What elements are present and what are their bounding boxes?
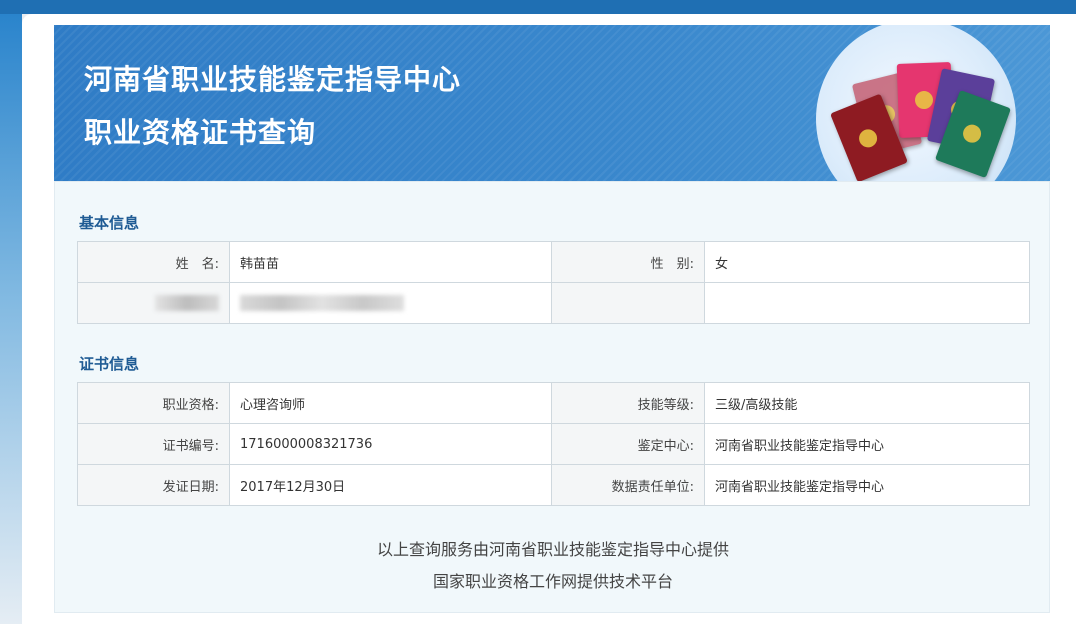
redacted-blur	[240, 295, 404, 311]
footer-platform-note: 国家职业资格工作网提供技术平台	[432, 572, 673, 591]
table-row: 证书编号: 1716000008321736 鉴定中心: 河南省职业技能鉴定指导…	[77, 423, 1030, 465]
left-background-strip	[0, 14, 22, 624]
appraisal-center-label: 鉴定中心:	[551, 423, 705, 465]
cert-number-value: 1716000008321736	[229, 423, 552, 465]
data-unit-value: 河南省职业技能鉴定指导中心	[704, 464, 1030, 506]
skill-level-value: 三级/高级技能	[704, 382, 1030, 424]
redacted-blur	[155, 295, 219, 311]
org-title: 河南省职业技能鉴定指导中心	[84, 63, 462, 96]
qualification-value: 心理咨询师	[229, 382, 552, 424]
redacted-label	[77, 282, 230, 324]
qualification-label: 职业资格:	[77, 382, 230, 424]
table-row: 职业资格: 心理咨询师 技能等级: 三级/高级技能	[77, 382, 1030, 424]
result-panel: 基本信息 姓 名: 韩苗苗 性 别: 女 证书信息 职业资格: 心理咨询师 技能…	[54, 181, 1050, 613]
cert-number-label: 证书编号:	[77, 423, 230, 465]
empty-label	[551, 282, 705, 324]
skill-level-label: 技能等级:	[551, 382, 705, 424]
footer-service-note: 以上查询服务由河南省职业技能鉴定指导中心提供	[376, 540, 729, 559]
cert-info-table: 职业资格: 心理咨询师 技能等级: 三级/高级技能 证书编号: 17160000…	[77, 382, 1030, 506]
table-row: 姓 名: 韩苗苗 性 别: 女	[77, 241, 1030, 283]
redacted-value	[229, 282, 552, 324]
cert-info-title: 证书信息	[79, 355, 140, 373]
name-value: 韩苗苗	[229, 241, 552, 283]
appraisal-center-value: 河南省职业技能鉴定指导中心	[704, 423, 1030, 465]
name-label: 姓 名:	[77, 241, 230, 283]
basic-info-table: 姓 名: 韩苗苗 性 别: 女	[77, 241, 1030, 324]
top-bar	[0, 0, 1076, 14]
empty-value	[704, 282, 1030, 324]
header-banner: 河南省职业技能鉴定指导中心 职业资格证书查询	[54, 25, 1050, 181]
data-unit-label: 数据责任单位:	[551, 464, 705, 506]
page-title: 职业资格证书查询	[84, 116, 317, 149]
gender-label: 性 别:	[551, 241, 705, 283]
issue-date-value: 2017年12月30日	[229, 464, 552, 506]
issue-date-label: 发证日期:	[77, 464, 230, 506]
gender-value: 女	[704, 241, 1030, 283]
certificate-books-illustration	[816, 25, 1016, 181]
basic-info-title: 基本信息	[79, 214, 140, 232]
table-row: 发证日期: 2017年12月30日 数据责任单位: 河南省职业技能鉴定指导中心	[77, 464, 1030, 506]
table-row	[77, 282, 1030, 324]
